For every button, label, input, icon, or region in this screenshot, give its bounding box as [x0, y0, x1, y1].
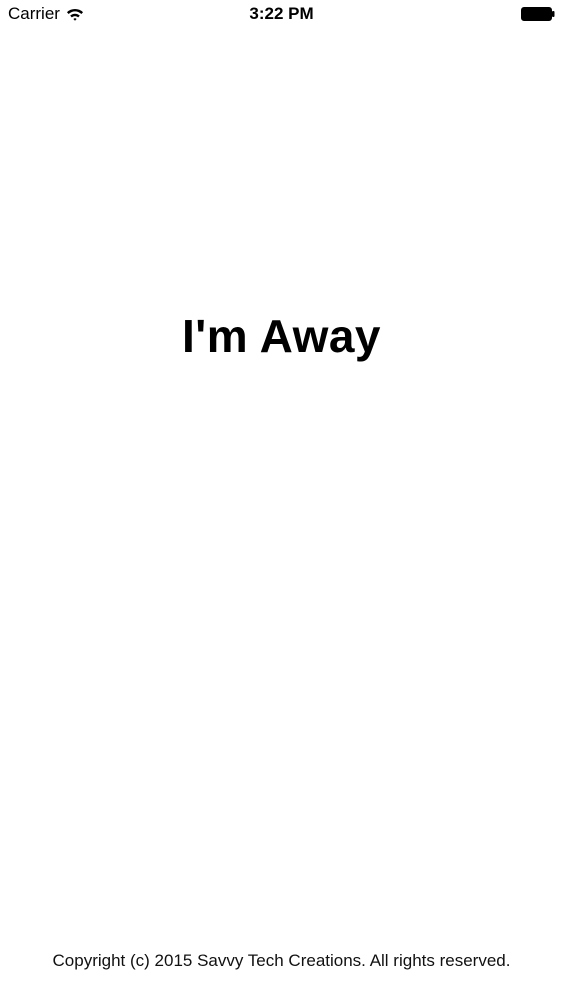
copyright-text: Copyright (c) 2015 Savvy Tech Creations.… — [52, 951, 511, 970]
status-bar: Carrier 3:22 PM — [0, 0, 563, 30]
battery-icon — [521, 7, 555, 21]
status-time: 3:22 PM — [249, 4, 314, 23]
page-title: I'm Away — [181, 310, 382, 362]
